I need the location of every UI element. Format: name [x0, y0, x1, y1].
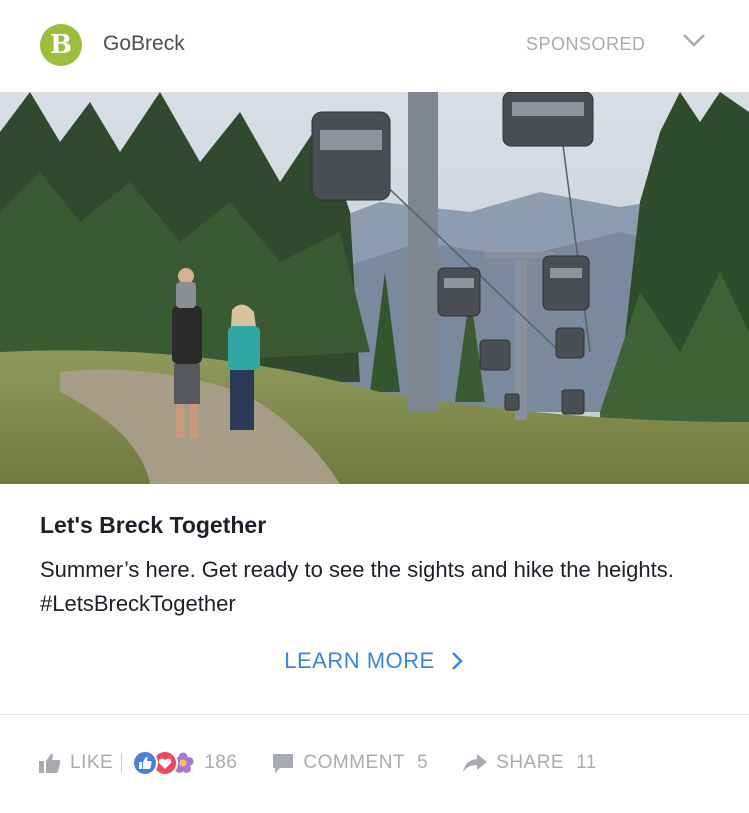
ad-headline[interactable]: Let's Breck Together — [40, 512, 266, 539]
share-label: SHARE — [496, 752, 565, 773]
reactions-count: 186 — [204, 752, 238, 773]
chevron-right-icon — [451, 652, 463, 670]
divider — [0, 714, 749, 715]
like-button[interactable]: LIKE — [38, 752, 113, 774]
thumbs-up-icon — [39, 753, 61, 773]
share-count: 11 — [576, 752, 597, 773]
ad-image[interactable] — [0, 92, 749, 484]
learn-more-button[interactable]: LEARN MORE — [284, 648, 464, 674]
post-header: B GoBreck SPONSORED — [0, 0, 749, 92]
comment-count: 5 — [417, 752, 429, 773]
like-reaction-icon — [132, 750, 159, 776]
page-logo[interactable]: B — [40, 24, 82, 66]
share-arrow-icon — [463, 754, 488, 772]
like-label: LIKE — [70, 752, 114, 773]
action-bar: LIKE 186 COMMENT 5 SHARE 11 — [38, 748, 597, 778]
cta-row: LEARN MORE — [0, 648, 749, 674]
reactions-summary[interactable]: 186 — [132, 750, 237, 776]
separator — [121, 753, 123, 773]
sponsored-label: SPONSORED — [526, 34, 646, 54]
learn-more-label: LEARN MORE — [284, 648, 435, 673]
comment-icon — [273, 754, 294, 773]
chevron-down-icon[interactable] — [680, 30, 708, 50]
share-button[interactable]: SHARE 11 — [462, 752, 597, 774]
ad-description: Summer’s here. Get ready to see the sigh… — [40, 557, 674, 616]
comment-label: COMMENT — [303, 752, 406, 773]
page-name[interactable]: GoBreck — [103, 32, 185, 56]
comment-button[interactable]: COMMENT 5 — [271, 752, 428, 774]
